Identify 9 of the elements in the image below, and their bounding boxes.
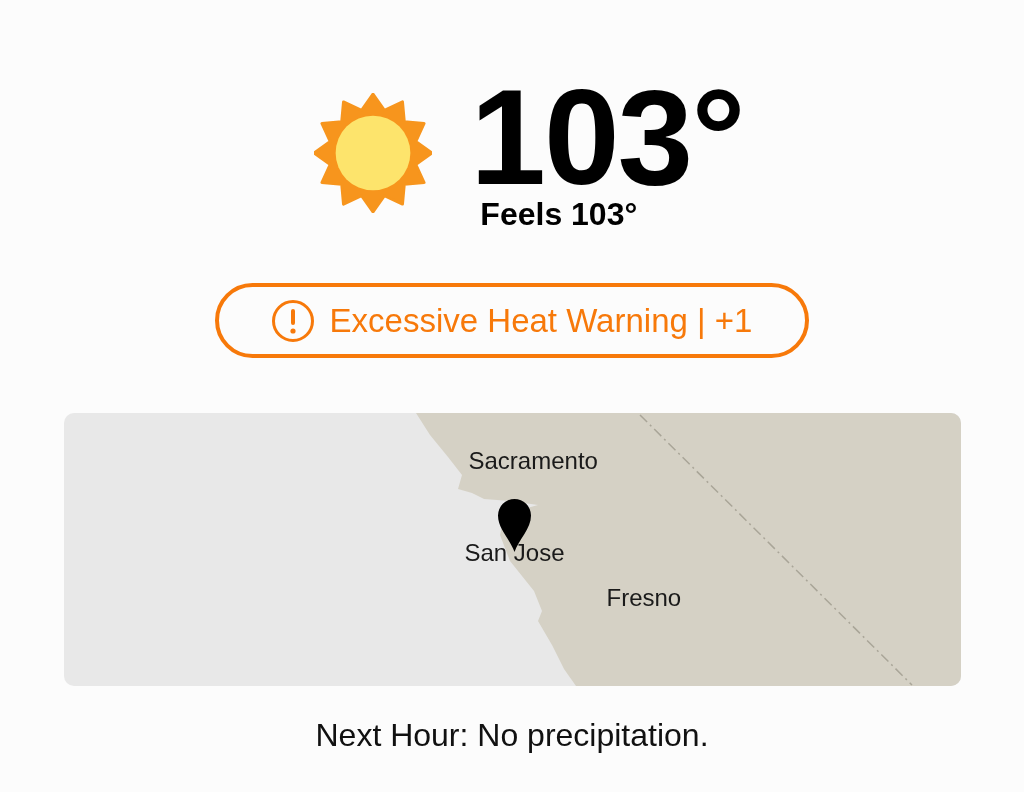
city-label: San Jose [464, 538, 565, 569]
sun-icon [314, 93, 433, 214]
city-label: Fresno [606, 583, 682, 614]
alert-icon [271, 299, 314, 342]
next-hour-text: Next Hour: No precipitation. [315, 717, 709, 754]
city-label: Sacramento [468, 446, 598, 477]
temperature-text: 103° [470, 76, 744, 199]
map-panel[interactable]: Sacramento San Jose Fresno [63, 413, 961, 687]
feels-like-text: Feels 103° [480, 198, 638, 231]
